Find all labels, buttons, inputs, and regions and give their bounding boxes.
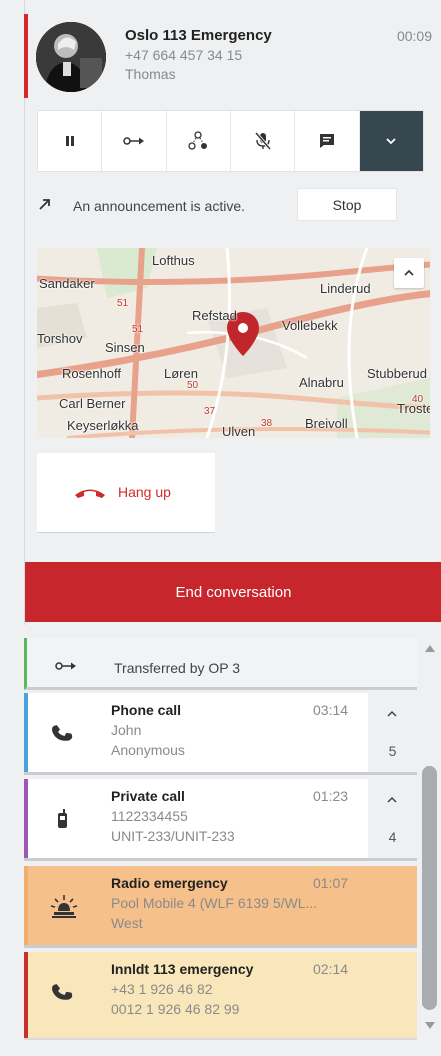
chevron-up-icon xyxy=(404,269,414,276)
hang-up-button[interactable]: Hang up xyxy=(37,453,215,533)
road-number: 37 xyxy=(204,406,216,417)
scroll-up-arrow[interactable] xyxy=(425,645,435,652)
queue-call-item[interactable]: Innldt 113 emergency 02:14 +43 1 926 46 … xyxy=(24,952,417,1040)
call-line-3: Anonymous xyxy=(111,742,185,758)
queue-scrollbar[interactable] xyxy=(418,638,441,1030)
end-conversation-button[interactable]: End conversation xyxy=(25,562,441,622)
caller-name: Oslo 113 Emergency xyxy=(125,27,272,44)
caller-person: Thomas xyxy=(125,66,176,82)
expand-toggle[interactable]: 4 xyxy=(368,779,417,858)
transferred-notice: Transferred by OP 3 xyxy=(24,638,417,690)
arrow-up-right-icon xyxy=(39,199,50,210)
chevron-up-icon xyxy=(387,796,397,803)
call-line-2: Pool Mobile 4 (WLF 6139 5/WL... xyxy=(111,895,318,911)
queue-call-item[interactable]: Phone call 03:14 John Anonymous 5 xyxy=(24,693,417,775)
call-line-3: 0012 1 926 46 82 99 xyxy=(111,1001,240,1017)
announcement-bar: An announcement is active. Stop xyxy=(37,188,424,224)
scroll-down-arrow[interactable] xyxy=(425,1022,435,1029)
emergency-light-icon xyxy=(50,895,78,918)
pause-icon xyxy=(65,136,74,146)
hold-button[interactable] xyxy=(38,111,103,171)
chevron-up-icon xyxy=(387,710,397,717)
queue-call-item[interactable]: Private call 01:23 1122334455 UNIT-233/U… xyxy=(24,779,417,861)
road-number: 50 xyxy=(187,380,199,391)
map-label: Torshov xyxy=(37,331,83,346)
call-title: Private call xyxy=(111,788,185,804)
map-collapse-button[interactable] xyxy=(394,258,424,288)
call-line-3: West xyxy=(111,915,143,931)
hang-up-icon xyxy=(75,489,105,498)
call-time: 02:14 xyxy=(313,961,349,977)
call-accent-bar xyxy=(24,693,28,772)
call-time: 01:07 xyxy=(313,875,349,891)
call-accent-bar xyxy=(24,866,28,945)
transfer-icon xyxy=(123,137,144,145)
phone-icon xyxy=(51,725,73,741)
stop-announcement-button[interactable]: Stop xyxy=(297,188,397,221)
transfer-icon xyxy=(55,662,76,670)
call-line-2: John xyxy=(111,722,142,738)
map-label: Rosenhoff xyxy=(62,366,122,381)
map-label: Lofthus xyxy=(152,253,195,268)
transfer-button[interactable] xyxy=(102,111,167,171)
map-label: Ulven xyxy=(222,424,256,438)
call-title: Innldt 113 emergency xyxy=(111,961,254,977)
road-number: 38 xyxy=(261,418,273,429)
more-button[interactable] xyxy=(359,111,423,171)
conference-button[interactable] xyxy=(167,111,231,171)
location-map[interactable]: Lofthus Sandaker Linderud Refstad Volleb… xyxy=(37,248,430,438)
mute-mic-icon xyxy=(254,132,271,150)
chevron-down-icon xyxy=(386,138,396,145)
map-label: Linderud xyxy=(320,281,371,296)
map-label: Alnabru xyxy=(299,375,344,390)
road-number: 51 xyxy=(132,324,144,335)
map-label: Løren xyxy=(164,366,198,381)
map-label: Refstad xyxy=(192,308,237,323)
map-label: Vollebekk xyxy=(282,318,338,333)
transferred-text: Transferred by OP 3 xyxy=(114,660,241,676)
call-count: 5 xyxy=(388,743,397,759)
queue-call-item[interactable]: Radio emergency 01:07 Pool Mobile 4 (WLF… xyxy=(24,866,417,948)
scroll-thumb[interactable] xyxy=(422,766,437,1010)
hang-up-label: Hang up xyxy=(118,484,171,500)
radio-handset-icon xyxy=(58,809,67,828)
call-title: Radio emergency xyxy=(111,875,228,891)
map-label: Sandaker xyxy=(39,276,95,291)
caller-header: Oslo 113 Emergency 00:09 +47 664 457 34 … xyxy=(25,14,441,104)
mute-button[interactable] xyxy=(231,111,296,171)
call-time: 01:23 xyxy=(313,788,349,804)
call-toolbar xyxy=(37,110,424,172)
road-number: 40 xyxy=(412,394,424,405)
call-accent-bar xyxy=(24,952,28,1038)
caller-number: +47 664 457 34 15 xyxy=(125,47,243,63)
expand-toggle[interactable]: 5 xyxy=(368,693,417,772)
call-title: Phone call xyxy=(111,702,182,718)
call-count: 4 xyxy=(388,829,397,845)
road-number: 51 xyxy=(117,298,129,309)
message-icon xyxy=(319,134,334,148)
map-label: Carl Berner xyxy=(59,396,126,411)
conference-icon xyxy=(188,131,208,150)
avatar xyxy=(36,22,106,92)
map-label: Sinsen xyxy=(105,340,145,355)
active-call-panel: Oslo 113 Emergency 00:09 +47 664 457 34 … xyxy=(24,0,441,625)
call-queue-list: Transferred by OP 3 Phone call 03:14 Joh… xyxy=(24,638,417,1056)
call-accent-bar xyxy=(24,779,28,858)
announcement-text: An announcement is active. xyxy=(73,198,245,214)
map-label: Breivoll xyxy=(305,416,348,431)
phone-icon xyxy=(51,984,73,1000)
message-button[interactable] xyxy=(295,111,360,171)
call-time: 03:14 xyxy=(313,702,349,718)
map-label: Stubberud xyxy=(367,366,427,381)
map-label: Keyserløkka xyxy=(67,418,139,433)
call-line-2: +43 1 926 46 82 xyxy=(111,981,213,997)
call-line-2: 1122334455 xyxy=(111,808,188,824)
call-line-3: UNIT-233/UNIT-233 xyxy=(111,828,235,844)
call-duration: 00:09 xyxy=(396,28,432,44)
